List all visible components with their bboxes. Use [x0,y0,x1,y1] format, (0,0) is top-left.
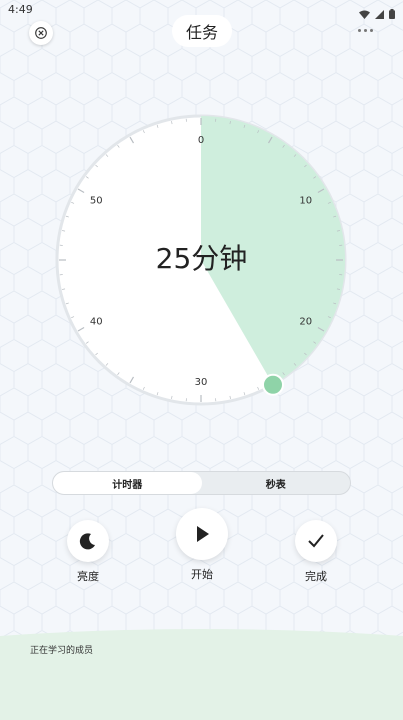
studying-members-label: 正在学习的成员 [30,646,94,656]
brightness-button[interactable] [67,520,109,562]
members-panel-background [0,629,403,720]
done-button[interactable] [295,520,337,562]
done-label: 完成 [305,570,327,583]
mode-toggle: 计时器 秒表 [52,471,351,495]
brightness-control: 亮度 [66,520,110,584]
dial-handle[interactable] [262,373,284,396]
start-label: 开始 [191,568,213,581]
tab-timer[interactable]: 计时器 [53,472,202,494]
dial-tick-label: 0 [198,135,204,146]
start-control: 开始 [176,508,228,582]
done-control: 完成 [294,520,338,584]
timer-dial[interactable]: 0 10 20 30 40 50 [0,0,403,460]
moon-icon [79,533,95,550]
dial-tick-label: 20 [299,317,312,328]
timer-duration-text: 25分钟 [155,242,248,275]
brightness-label: 亮度 [77,570,99,583]
dial-tick-label: 50 [90,196,103,207]
start-button[interactable] [176,508,228,560]
check-icon [308,534,324,548]
tab-stopwatch[interactable]: 秒表 [202,472,351,494]
dial-tick-label: 30 [195,377,208,388]
dial-tick-label: 40 [90,317,103,328]
play-icon [197,526,209,542]
dial-tick-label: 10 [299,196,312,207]
